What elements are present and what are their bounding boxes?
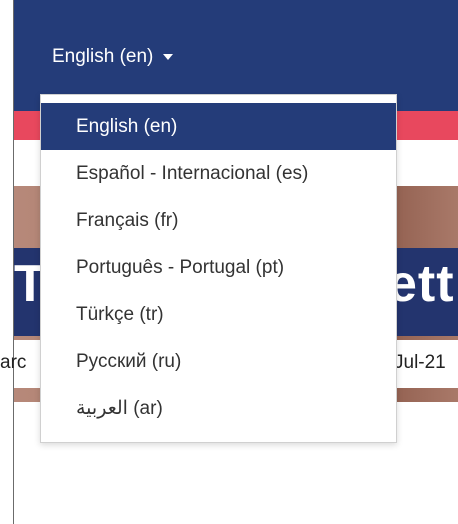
language-menu-toggle[interactable]: English (en) bbox=[52, 46, 174, 68]
language-option-label: Русский (ru) bbox=[76, 351, 182, 372]
hero-subtitle-right-fragment: Jul-21 bbox=[394, 352, 446, 373]
hero-subtitle-left-fragment: arc bbox=[0, 352, 27, 373]
language-option-label: English (en) bbox=[76, 116, 178, 137]
language-option-ar[interactable]: العربية (ar) bbox=[41, 385, 396, 432]
language-option-label: Türkçe (tr) bbox=[76, 304, 164, 325]
language-option-label: العربية (ar) bbox=[76, 398, 163, 419]
language-option-label: Español - Internacional (es) bbox=[76, 163, 309, 184]
language-option-es[interactable]: Español - Internacional (es) bbox=[41, 150, 396, 197]
language-option-label: Português - Portugal (pt) bbox=[76, 257, 285, 278]
language-option-label: Français (fr) bbox=[76, 210, 179, 231]
language-option-ru[interactable]: Русский (ru) bbox=[41, 338, 396, 385]
language-toggle-label: English (en) bbox=[52, 46, 154, 67]
language-option-tr[interactable]: Türkçe (tr) bbox=[41, 291, 396, 338]
caret-down-icon bbox=[163, 54, 174, 60]
language-dropdown-menu: English (en) Español - Internacional (es… bbox=[40, 94, 397, 443]
language-option-fr[interactable]: Français (fr) bbox=[41, 197, 396, 244]
language-option-en[interactable]: English (en) bbox=[41, 103, 396, 150]
language-option-pt[interactable]: Português - Portugal (pt) bbox=[41, 244, 396, 291]
hero-title-right-fragment: etti bbox=[388, 255, 458, 313]
dropdown-top-spacer bbox=[41, 95, 396, 103]
